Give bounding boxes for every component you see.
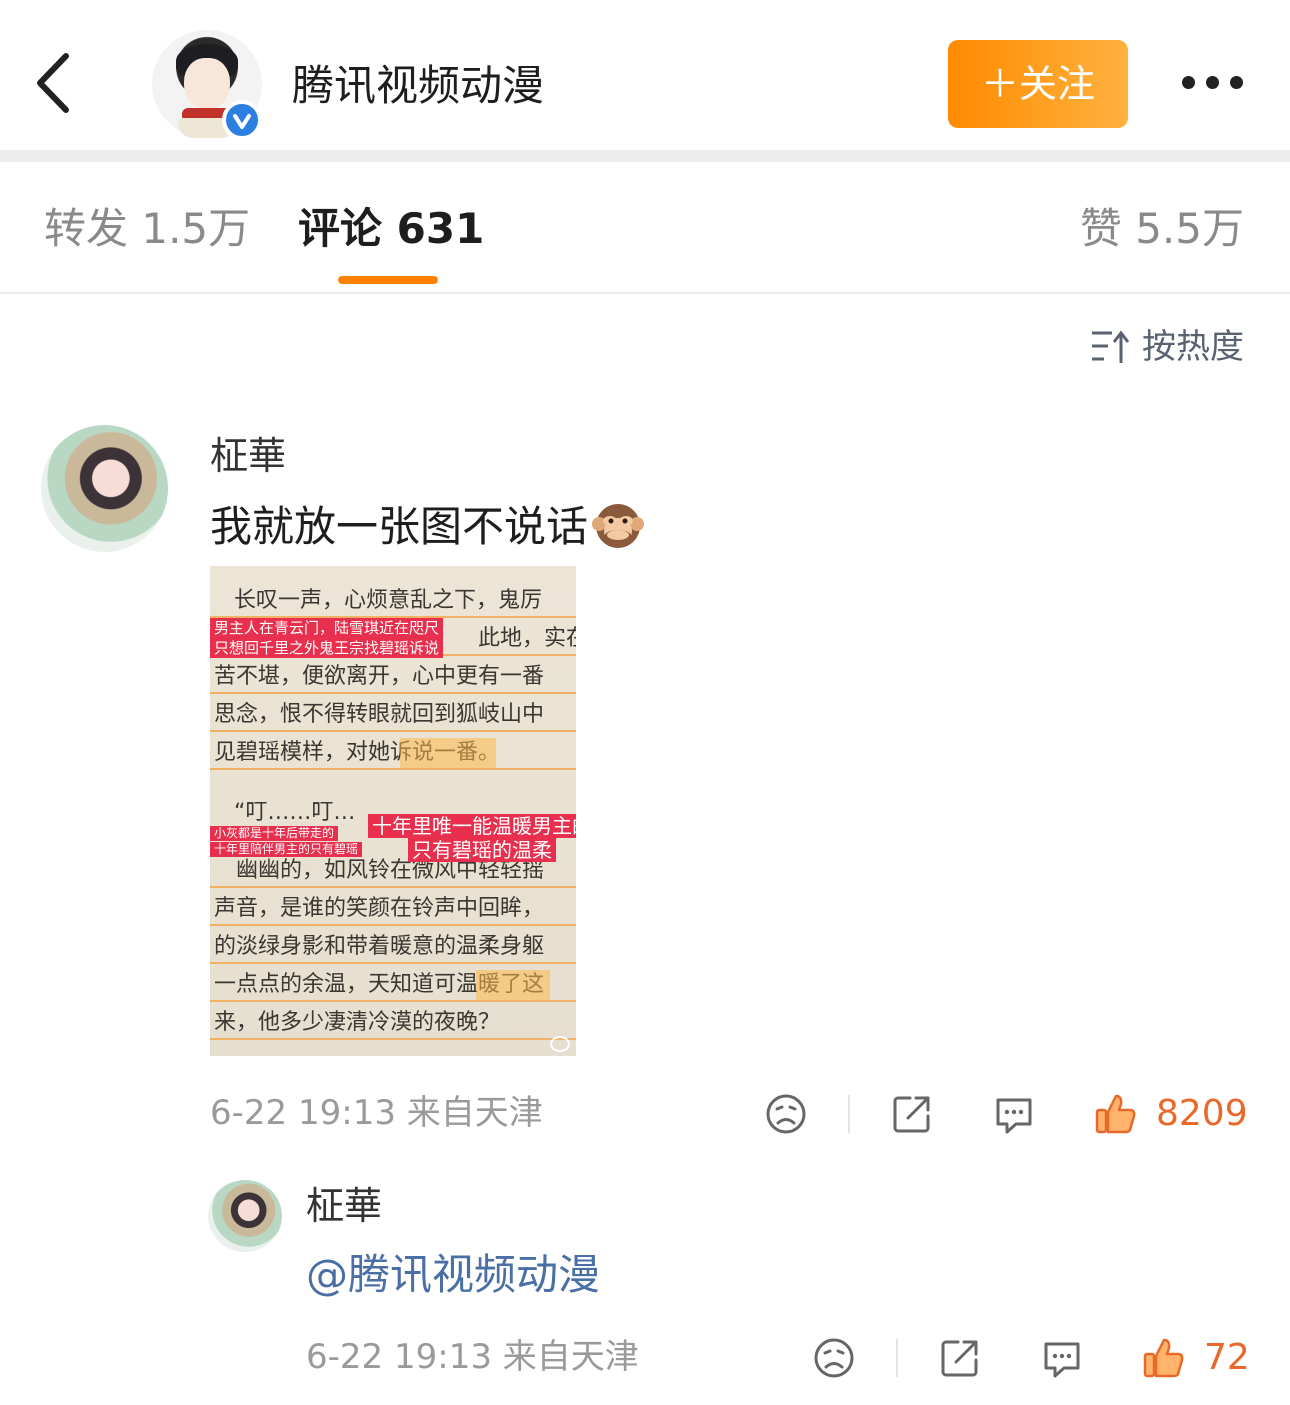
tab-reposts[interactable]: 转发 1.5万 — [44, 200, 250, 258]
weibo-watermark-icon — [550, 1036, 570, 1052]
comment-username[interactable]: 柾華 — [210, 430, 286, 482]
section-divider — [0, 150, 1290, 162]
reply-location: 来自天津 — [502, 1337, 639, 1377]
tab-comments[interactable]: 评论 631 — [298, 200, 484, 258]
reply-comment-icon[interactable] — [1040, 1336, 1084, 1380]
reply-comment-icon[interactable] — [992, 1092, 1036, 1136]
more-options-button[interactable] — [1176, 62, 1252, 102]
thumbs-up-icon — [1095, 1094, 1136, 1134]
sort-label: 按热度 — [1142, 327, 1244, 367]
comment-location: 来自天津 — [406, 1093, 543, 1133]
excerpt-line: 的淡绿身影和带着暖意的温柔身躯 — [210, 932, 576, 964]
more-dots-icon — [1230, 76, 1243, 89]
follow-button[interactable]: ＋关注 — [948, 40, 1128, 128]
avatar-face — [184, 58, 230, 110]
thumbs-up-icon — [1143, 1338, 1184, 1378]
comment-image-novel-excerpt[interactable]: 长叹一声，心烦意乱之下，鬼厉 此地，实在 苦不堪，便欲离开，心中更有一番 思念，… — [210, 566, 576, 1056]
dislike-face-icon[interactable] — [812, 1336, 856, 1380]
comment-time: 6-22 19:13 — [210, 1093, 396, 1133]
verified-icon — [222, 100, 262, 140]
more-dots-icon — [1206, 76, 1219, 89]
share-icon[interactable] — [938, 1336, 982, 1380]
chevron-left-icon — [37, 53, 69, 113]
image-annotation-tag: 小灰都是十年后带走的 — [210, 826, 339, 841]
excerpt-line: 苦不堪，便欲离开，心中更有一番 — [210, 662, 576, 694]
reply-meta: 6-22 19:13 来自天津 — [306, 1334, 639, 1380]
image-annotation-tag: 只有碧瑶的温柔 — [408, 838, 556, 862]
reply-time: 6-22 19:13 — [306, 1337, 492, 1377]
active-tab-indicator — [338, 276, 438, 284]
like-button[interactable]: 72 — [1142, 1336, 1250, 1380]
reply-username[interactable]: 柾華 — [306, 1180, 382, 1232]
image-annotation-tag: 男主人在青云门，陆雪琪近在咫尺 — [210, 618, 444, 638]
like-button[interactable]: 8209 — [1094, 1092, 1248, 1136]
image-annotation-tag: 十年里陪伴男主的只有碧瑶 — [210, 842, 363, 857]
tab-likes[interactable]: 赞 5.5万 — [1080, 200, 1244, 258]
comment-text: 我就放一张图不说话 — [210, 498, 645, 556]
comment-text-content: 我就放一张图不说话 — [210, 502, 589, 551]
more-dots-icon — [1182, 76, 1195, 89]
comment-meta: 6-22 19:13 来自天津 — [210, 1090, 543, 1136]
dislike-face-icon[interactable] — [764, 1092, 808, 1136]
like-count: 72 — [1204, 1337, 1250, 1378]
see-no-evil-monkey-emoji — [592, 504, 645, 548]
comment-actions: 8209 — [764, 1092, 1248, 1136]
excerpt-highlight — [400, 738, 496, 768]
excerpt-line: 长叹一声，心烦意乱之下，鬼厉 — [210, 586, 576, 618]
excerpt-highlight — [476, 970, 550, 1000]
excerpt-line: 见碧瑶模样，对她诉说一番。 — [210, 738, 576, 770]
action-separator — [896, 1339, 898, 1377]
excerpt-line: 思念，恨不得转眼就回到狐岐山中 — [210, 700, 576, 732]
account-name-title[interactable]: 腾讯视频动漫 — [292, 58, 544, 114]
image-annotation-tag: 只想回千里之外鬼王宗找碧瑶诉说 — [210, 638, 444, 658]
reply-user-avatar[interactable] — [208, 1180, 282, 1252]
comment-user-avatar[interactable] — [41, 425, 168, 552]
sort-by-heat-button[interactable]: 按热度 — [1090, 322, 1244, 372]
tabs-divider — [0, 292, 1290, 294]
reply-actions: 72 — [812, 1336, 1250, 1380]
image-annotation-tag: 十年里唯一能温暖男主的 — [368, 814, 576, 838]
like-count: 8209 — [1156, 1093, 1248, 1134]
excerpt-line: 声音，是谁的笑颜在铃声中回眸， — [210, 894, 576, 926]
reply-mention-link[interactable]: @腾讯视频动漫 — [306, 1246, 600, 1304]
action-separator — [848, 1095, 850, 1133]
excerpt-line: 来，他多少凄清冷漠的夜晚？ — [210, 1008, 576, 1040]
share-icon[interactable] — [890, 1092, 934, 1136]
sort-up-icon — [1092, 330, 1130, 363]
back-button[interactable] — [28, 50, 84, 116]
